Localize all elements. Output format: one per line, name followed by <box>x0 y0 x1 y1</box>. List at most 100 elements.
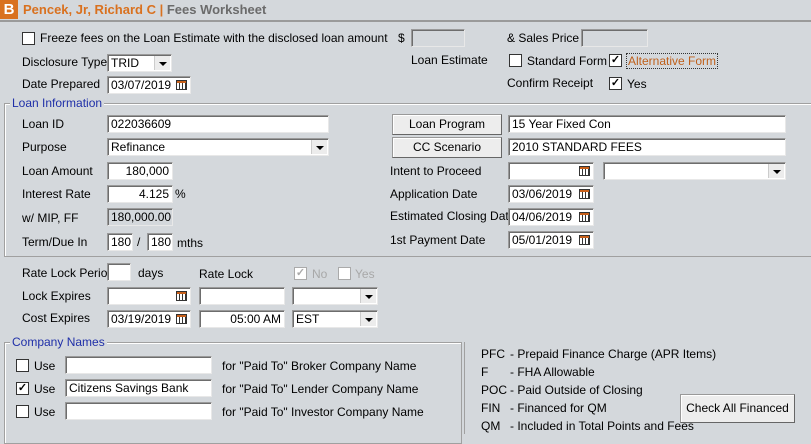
date-prepared-field[interactable]: 03/07/2019 <box>107 76 191 94</box>
check-all-financed-button[interactable]: Check All Financed <box>680 394 795 423</box>
term-slash: / <box>137 235 141 249</box>
loan-amount-label: Loan Amount <box>22 164 93 178</box>
chevron-down-icon[interactable] <box>360 312 376 326</box>
confirm-receipt-label: Confirm Receipt <box>507 76 594 90</box>
company-names-label: Company Names <box>10 335 107 349</box>
application-date-field[interactable]: 03/06/2019 <box>508 185 594 203</box>
company-use-checkbox[interactable]: ✓ <box>16 382 29 395</box>
dollar-label: $ <box>398 31 405 45</box>
intent-to-proceed-select[interactable] <box>603 162 786 180</box>
title-bar: B Pencek, Jr, Richard C | Fees Worksheet <box>0 0 811 22</box>
rate-lock-no-checkbox[interactable]: ✓ <box>294 267 307 280</box>
calendar-icon[interactable] <box>579 189 590 199</box>
loan-id-label: Loan ID <box>22 117 65 131</box>
purpose-label: Purpose <box>22 140 67 154</box>
date-prepared-label: Date Prepared <box>22 77 101 91</box>
purpose-select[interactable]: Refinance <box>107 138 329 156</box>
application-date-label: Application Date <box>390 187 478 201</box>
company-name-description: for "Paid To" Broker Company Name <box>222 359 417 373</box>
calendar-icon[interactable] <box>579 166 590 176</box>
calendar-icon[interactable] <box>579 212 590 222</box>
confirm-receipt-checkbox[interactable]: ✓ <box>609 77 622 90</box>
lock-expires-label: Lock Expires <box>22 289 91 303</box>
rate-lock-no-label: No <box>312 267 328 281</box>
company-use-label: Use <box>34 382 56 396</box>
loan-estimate-amount-field[interactable] <box>411 29 465 47</box>
cost-expires-time[interactable]: 05:00 AM <box>199 310 285 328</box>
legend-code: PFC <box>481 347 505 361</box>
legend-code: F <box>481 365 489 379</box>
alternative-form-checkbox[interactable]: ✓ <box>609 54 622 67</box>
rate-lock-label: Rate Lock <box>199 267 254 281</box>
mip-label: w/ MIP, FF <box>22 211 79 225</box>
legend-divider <box>464 342 465 434</box>
standard-form-label: Standard Form <box>527 54 608 68</box>
chevron-down-icon[interactable] <box>154 56 170 70</box>
rate-lock-period-label: Rate Lock Period <box>22 266 115 280</box>
estimated-closing-date-label: Estimated Closing Date <box>390 209 516 223</box>
intent-to-proceed-date[interactable] <box>508 162 594 180</box>
legend-text: - Prepaid Finance Charge (APR Items) <box>510 347 717 361</box>
rate-lock-yes-checkbox[interactable] <box>338 267 351 280</box>
legend-code: FIN <box>481 401 501 415</box>
company-name-description: for "Paid To" Lender Company Name <box>222 382 419 396</box>
first-payment-date-field[interactable]: 05/01/2019 <box>508 231 594 249</box>
standard-form-checkbox[interactable] <box>509 54 522 67</box>
app-logo-icon: B <box>0 0 18 19</box>
lock-expires-time[interactable] <box>199 287 285 305</box>
first-payment-date-label: 1st Payment Date <box>390 233 486 247</box>
cost-expires-label: Cost Expires <box>22 311 91 325</box>
loan-id-field[interactable]: 022036609 <box>107 115 329 133</box>
intent-to-proceed-label: Intent to Proceed <box>390 164 482 178</box>
months-label: mths <box>177 236 204 250</box>
cost-expires-timezone-select[interactable]: EST <box>292 310 378 328</box>
freeze-fees-label: Freeze fees on the Loan Estimate with th… <box>40 31 388 45</box>
company-use-label: Use <box>34 405 56 419</box>
company-name-field[interactable] <box>65 356 212 374</box>
lock-expires-date[interactable] <box>107 287 191 305</box>
company-use-checkbox[interactable] <box>16 359 29 372</box>
company-name-description: for "Paid To" Investor Company Name <box>222 405 424 419</box>
sales-price-field[interactable] <box>581 29 648 47</box>
freeze-fees-checkbox[interactable] <box>22 32 35 45</box>
company-name-field[interactable]: Citizens Savings Bank <box>65 379 212 397</box>
estimated-closing-date-field[interactable]: 04/06/2019 <box>508 208 594 226</box>
cc-scenario-field[interactable]: 2010 STANDARD FEES <box>508 138 786 156</box>
legend-text: - Paid Outside of Closing <box>510 383 643 397</box>
company-use-checkbox[interactable] <box>16 405 29 418</box>
loan-program-button[interactable]: Loan Program <box>392 114 502 135</box>
chevron-down-icon[interactable] <box>768 164 784 178</box>
company-name-field[interactable] <box>65 402 212 420</box>
chevron-down-icon[interactable] <box>311 140 327 154</box>
days-label: days <box>138 266 164 280</box>
term-label: Term/Due In <box>22 235 88 249</box>
interest-rate-label: Interest Rate <box>22 187 91 201</box>
alternative-form-label: Alternative Form <box>626 53 719 69</box>
legend-text: - Financed for QM <box>510 401 607 415</box>
calendar-icon[interactable] <box>176 80 187 90</box>
term-field[interactable]: 180 <box>107 233 133 251</box>
legend-text: - Included in Total Points and Fees <box>510 419 694 433</box>
chevron-down-icon[interactable] <box>360 289 376 303</box>
loan-estimate-label: Loan Estimate <box>411 53 488 67</box>
rate-lock-period-field[interactable] <box>107 263 131 281</box>
due-in-field[interactable]: 180 <box>147 233 173 251</box>
disclosure-type-select[interactable]: TRID <box>107 54 172 72</box>
company-use-label: Use <box>34 359 56 373</box>
interest-rate-field[interactable]: 4.125 <box>107 185 173 203</box>
lock-expires-timezone-select[interactable] <box>292 287 378 305</box>
loan-program-field[interactable]: 15 Year Fixed Con <box>508 115 786 133</box>
disclosure-type-label: Disclosure Type <box>22 55 108 69</box>
percent-label: % <box>175 187 186 201</box>
calendar-icon[interactable] <box>579 235 590 245</box>
calendar-icon[interactable] <box>176 314 187 324</box>
legend-code: QM <box>481 419 501 433</box>
cc-scenario-button[interactable]: CC Scenario <box>392 137 502 158</box>
loan-amount-field[interactable]: 180,000 <box>107 162 173 180</box>
cost-expires-date[interactable]: 03/19/2019 <box>107 310 191 328</box>
legend-code: POC <box>481 383 508 397</box>
calendar-icon[interactable] <box>176 291 187 301</box>
loan-information-label: Loan Information <box>10 96 105 110</box>
sales-price-label: & Sales Price $ <box>507 31 590 45</box>
confirm-yes-label: Yes <box>627 77 647 91</box>
